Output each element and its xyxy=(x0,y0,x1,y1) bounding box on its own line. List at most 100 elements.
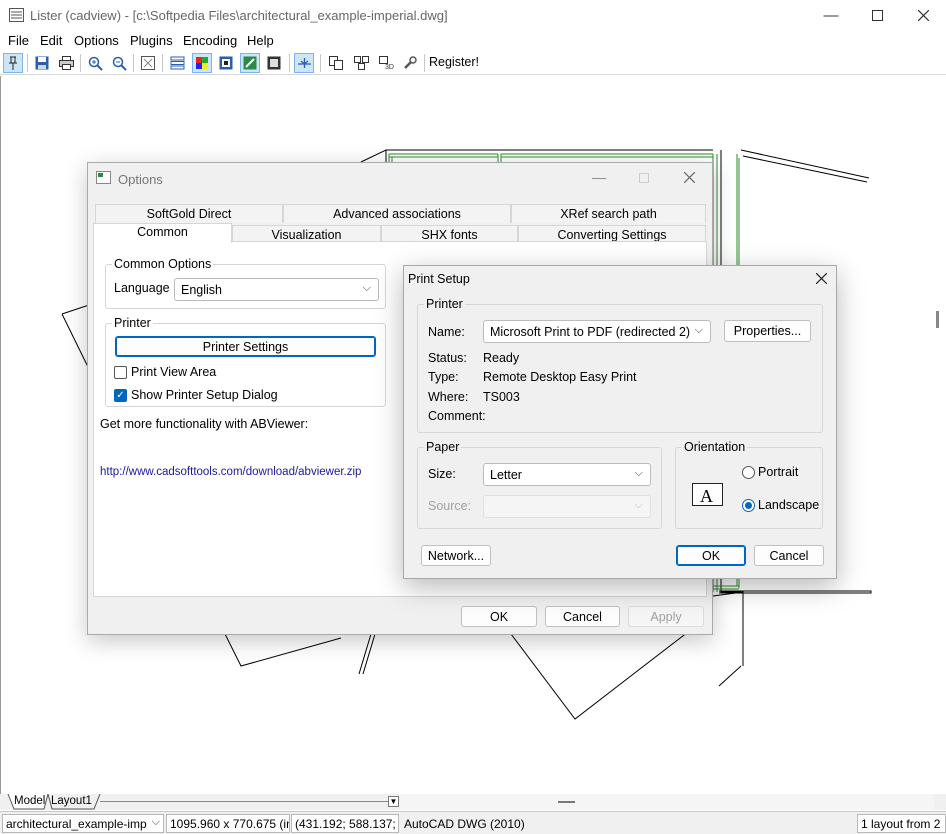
close-button[interactable] xyxy=(900,0,946,31)
more-functionality-text: Get more functionality with ABViewer: xyxy=(100,417,309,431)
options-dialog-icon xyxy=(96,171,111,184)
language-select[interactable]: English ⌵ xyxy=(174,278,379,301)
dimension-button[interactable] xyxy=(294,53,314,73)
maximize-icon xyxy=(639,173,649,183)
orientation-group: Orientation A Portrait Landscape xyxy=(675,440,823,529)
abviewer-link[interactable]: http://www.cadsofttools.com/download/abv… xyxy=(100,466,361,478)
options-apply-button[interactable]: Apply xyxy=(628,606,704,627)
multi-copy-button[interactable] xyxy=(351,53,371,73)
status-file-combo[interactable]: architectural_example-imp ⌵ xyxy=(2,814,164,833)
tabs-divider xyxy=(100,801,388,802)
print-setup-ok-button[interactable]: OK xyxy=(676,545,746,566)
black-white-icon xyxy=(219,56,233,70)
menu-help[interactable]: Help xyxy=(247,33,274,48)
white-bg-button[interactable] xyxy=(264,53,284,73)
language-value: English xyxy=(181,283,222,297)
checkmark-icon: ✓ xyxy=(116,390,125,401)
minimize-button[interactable]: — xyxy=(808,0,854,31)
print-setup-cancel-button[interactable]: Cancel xyxy=(754,545,824,566)
pin-icon xyxy=(9,56,17,70)
tab-advanced-associations[interactable]: Advanced associations xyxy=(283,204,511,223)
print-view-area-checkbox[interactable] xyxy=(114,366,127,379)
chevron-down-icon: ⌵ xyxy=(634,467,643,479)
name-label: Name: xyxy=(428,325,465,339)
chevron-down-icon: ⌵ xyxy=(362,282,371,294)
minimize-icon: — xyxy=(823,7,839,24)
options-close-button[interactable] xyxy=(678,169,700,187)
type-label: Type: xyxy=(428,370,459,384)
menu-encoding[interactable]: Encoding xyxy=(183,33,237,48)
print-setup-close-button[interactable] xyxy=(810,270,832,288)
fit-button[interactable] xyxy=(138,53,158,73)
tab-softgold-direct[interactable]: SoftGold Direct xyxy=(95,204,283,223)
printer-name-value: Microsoft Print to PDF (redirected 2) xyxy=(490,325,691,339)
background-button[interactable] xyxy=(240,53,260,73)
where-label: Where: xyxy=(428,390,469,404)
show-printer-setup-checkbox[interactable]: ✓ xyxy=(114,389,127,402)
tabs-dropdown-button[interactable]: ▼ xyxy=(388,796,399,807)
horizontal-scrollbar[interactable] xyxy=(400,794,934,810)
portrait-radio[interactable] xyxy=(742,466,755,479)
tab-common[interactable]: Common xyxy=(93,223,232,243)
menu-bar: File Edit Options Plugins Encoding Help xyxy=(0,31,946,51)
printer-settings-button[interactable]: Printer Settings xyxy=(115,336,376,357)
zoom-out-button[interactable] xyxy=(109,53,129,73)
common-options-label: Common Options xyxy=(112,257,214,271)
status-value: Ready xyxy=(483,351,520,365)
options-minimize-button[interactable]: — xyxy=(588,169,610,187)
register-link[interactable]: Register! xyxy=(429,55,479,69)
dimension-icon xyxy=(297,58,311,68)
horizontal-scroll-thumb[interactable] xyxy=(558,801,575,803)
options-maximize-button[interactable] xyxy=(633,169,655,187)
tab-model[interactable]: Model xyxy=(14,795,45,807)
settings-button[interactable] xyxy=(400,53,420,73)
copy-icon xyxy=(328,56,343,70)
network-button[interactable]: Network... xyxy=(421,545,491,566)
landscape-radio[interactable] xyxy=(742,499,755,512)
menu-options[interactable]: Options xyxy=(74,33,119,48)
menu-edit[interactable]: Edit xyxy=(40,33,62,48)
zoom-out-icon xyxy=(112,56,127,71)
tab-xref-search-path[interactable]: XRef search path xyxy=(511,204,706,223)
properties-button[interactable]: Properties... xyxy=(724,320,811,342)
close-icon xyxy=(815,272,827,285)
printer-name-select[interactable]: Microsoft Print to PDF (redirected 2) ⌵ xyxy=(483,320,711,343)
menu-file[interactable]: File xyxy=(8,33,29,48)
black-white-button[interactable] xyxy=(216,53,236,73)
tab-layout1[interactable]: Layout1 xyxy=(51,795,92,807)
paper-source-select[interactable]: ⌵ xyxy=(483,495,651,518)
maximize-icon xyxy=(871,10,883,21)
printer-group: Printer Printer Settings Print View Area… xyxy=(105,316,386,407)
background-icon xyxy=(243,56,257,70)
options-cancel-button[interactable]: Cancel xyxy=(545,606,620,627)
chevron-down-icon: ⌵ xyxy=(694,324,703,336)
status-layouts: 1 layout from 2 xyxy=(857,814,946,833)
common-options-group: Common Options Language English ⌵ xyxy=(105,257,386,309)
svg-text:A: A xyxy=(700,486,713,506)
maximize-button[interactable] xyxy=(854,0,900,31)
paper-size-select[interactable]: Letter ⌵ xyxy=(483,463,651,486)
vertical-scrollbar[interactable] xyxy=(934,76,946,794)
status-size: 1095.960 x 770.675 (in) xyxy=(166,814,290,833)
title-bar: Lister (cadview) - [c:\Softpedia Files\a… xyxy=(0,0,946,31)
zoom-in-icon xyxy=(88,56,103,71)
copy-button[interactable] xyxy=(326,53,346,73)
app-icon xyxy=(9,8,24,22)
white-background-icon xyxy=(267,56,281,70)
zoom-in-button[interactable] xyxy=(85,53,105,73)
menu-plugins[interactable]: Plugins xyxy=(130,33,173,48)
size-label: Size: xyxy=(428,467,456,481)
color-mode-button[interactable] xyxy=(192,53,212,73)
save-button[interactable] xyxy=(32,53,52,73)
print-button[interactable] xyxy=(56,53,76,73)
paper-group: Paper Size: Letter ⌵ Source: ⌵ xyxy=(417,440,662,529)
print-view-area-label: Print View Area xyxy=(131,365,217,379)
printer-group-label: Printer xyxy=(112,316,153,330)
3d-view-button[interactable]: 3D xyxy=(376,53,396,73)
options-ok-button[interactable]: OK xyxy=(461,606,537,627)
layers-button[interactable] xyxy=(167,53,187,73)
pin-button[interactable] xyxy=(3,53,23,73)
fit-to-window-icon xyxy=(141,56,155,70)
color-mode-icon xyxy=(196,57,208,69)
vertical-scroll-thumb[interactable] xyxy=(936,311,939,328)
